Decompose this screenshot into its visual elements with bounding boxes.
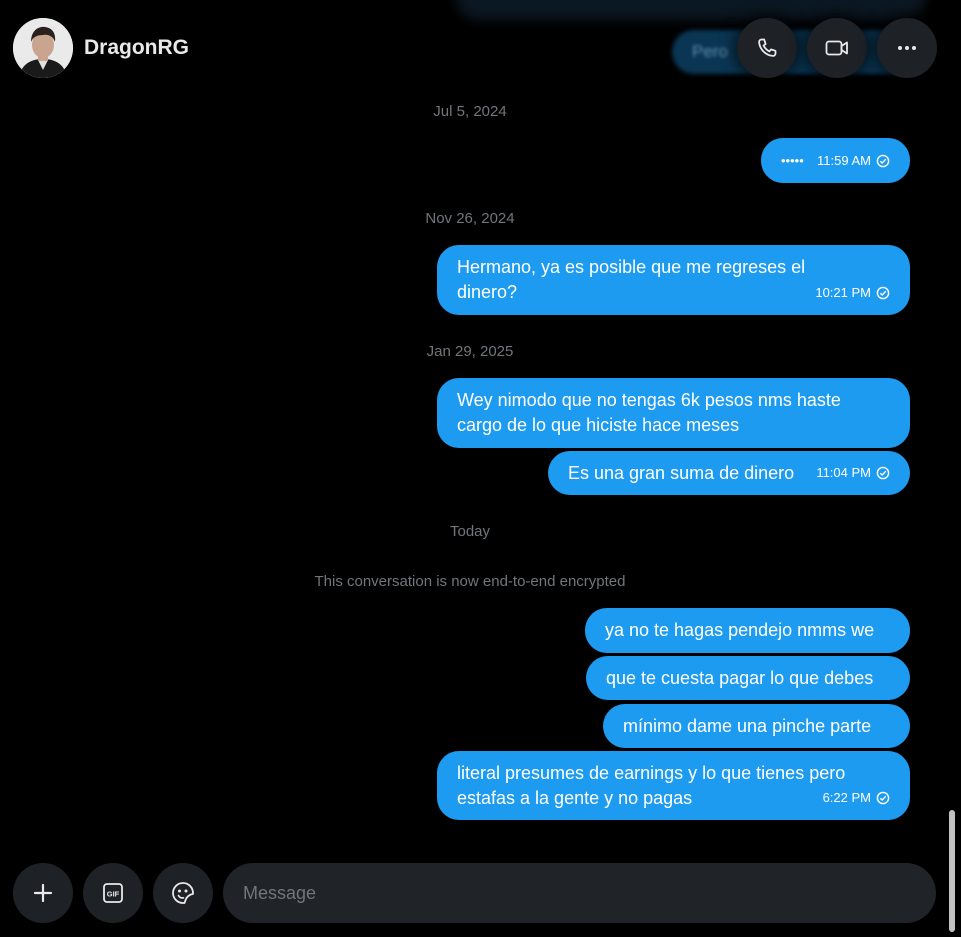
gif-button[interactable]: GIF (83, 863, 143, 923)
scrollbar-track[interactable] (944, 0, 961, 937)
message-text: ya no te hagas pendejo nmms we (605, 620, 875, 640)
sent-check-icon (876, 154, 890, 167)
message-bubble[interactable]: mínimo dame una pinche parte (603, 704, 910, 748)
add-media-button[interactable] (13, 863, 73, 923)
plus-icon (33, 883, 53, 903)
gif-icon: GIF (103, 883, 123, 903)
message-bubble[interactable]: literal presumes de earnings y lo que ti… (437, 751, 910, 820)
date-separator: Jan 29, 2025 (426, 343, 514, 360)
scrollbar-thumb[interactable] (949, 810, 955, 932)
message-text: Hermano, ya es posible que me regreses e… (457, 257, 806, 302)
sent-check-icon (876, 466, 890, 479)
message-input[interactable] (223, 863, 936, 923)
call-button[interactable] (737, 18, 797, 78)
more-options-button[interactable] (877, 18, 937, 78)
date-separator: Jul 5, 2024 (433, 103, 507, 120)
encryption-notice: This conversation is now end-to-end encr… (314, 573, 626, 590)
message-bubble[interactable]: Hermano, ya es posible que me regreses e… (437, 245, 910, 315)
message-time: 11:59 AM (817, 153, 871, 168)
date-separator: Nov 26, 2024 (425, 210, 515, 227)
message-bubble[interactable]: Es una gran suma de dinero 11:04 PM (548, 451, 910, 495)
message-composer: GIF (0, 850, 944, 937)
more-dots-icon (898, 46, 916, 50)
video-camera-icon (825, 40, 848, 56)
message-text: mínimo dame una pinche parte (623, 716, 872, 736)
video-call-button[interactable] (807, 18, 867, 78)
message-text: ••••• (781, 153, 804, 168)
message-meta: 11:59 AM (817, 148, 890, 173)
emoji-button[interactable] (153, 863, 213, 923)
sent-check-icon (876, 286, 890, 299)
contact-name[interactable]: DragonRG (84, 36, 189, 60)
message-bubble[interactable]: ••••• 11:59 AM (761, 138, 910, 183)
message-bubble[interactable]: Wey nimodo que no tengas 6k pesos nms ha… (437, 378, 910, 448)
message-time: 11:04 PM (816, 465, 871, 480)
conversation-header: DragonRG (0, 0, 944, 96)
svg-text:GIF: GIF (107, 890, 120, 899)
message-bubble[interactable]: ya no te hagas pendejo nmms we (585, 608, 910, 653)
message-text: Es una gran suma de dinero (568, 463, 795, 483)
avatar[interactable] (13, 18, 73, 78)
message-bubble[interactable]: que te cuesta pagar lo que debes (586, 656, 910, 700)
conversation-panel: Pero Jul 5, 2024 ••••• 11:59 AM Nov 26, … (0, 0, 944, 850)
sent-check-icon (876, 791, 890, 804)
message-time: 6:22 PM (822, 790, 871, 805)
message-meta: 10:21 PM (815, 280, 890, 305)
profile-photo-icon (13, 18, 73, 78)
phone-icon (758, 38, 777, 57)
message-text: Wey nimodo que no tengas 6k pesos nms ha… (457, 390, 841, 435)
message-text: que te cuesta pagar lo que debes (606, 668, 874, 688)
message-meta: 6:22 PM (823, 785, 890, 810)
sticker-emoji-icon (172, 882, 194, 904)
message-time: 10:21 PM (815, 285, 871, 300)
date-separator: Today (449, 523, 491, 540)
message-meta: 11:04 PM (816, 460, 890, 485)
